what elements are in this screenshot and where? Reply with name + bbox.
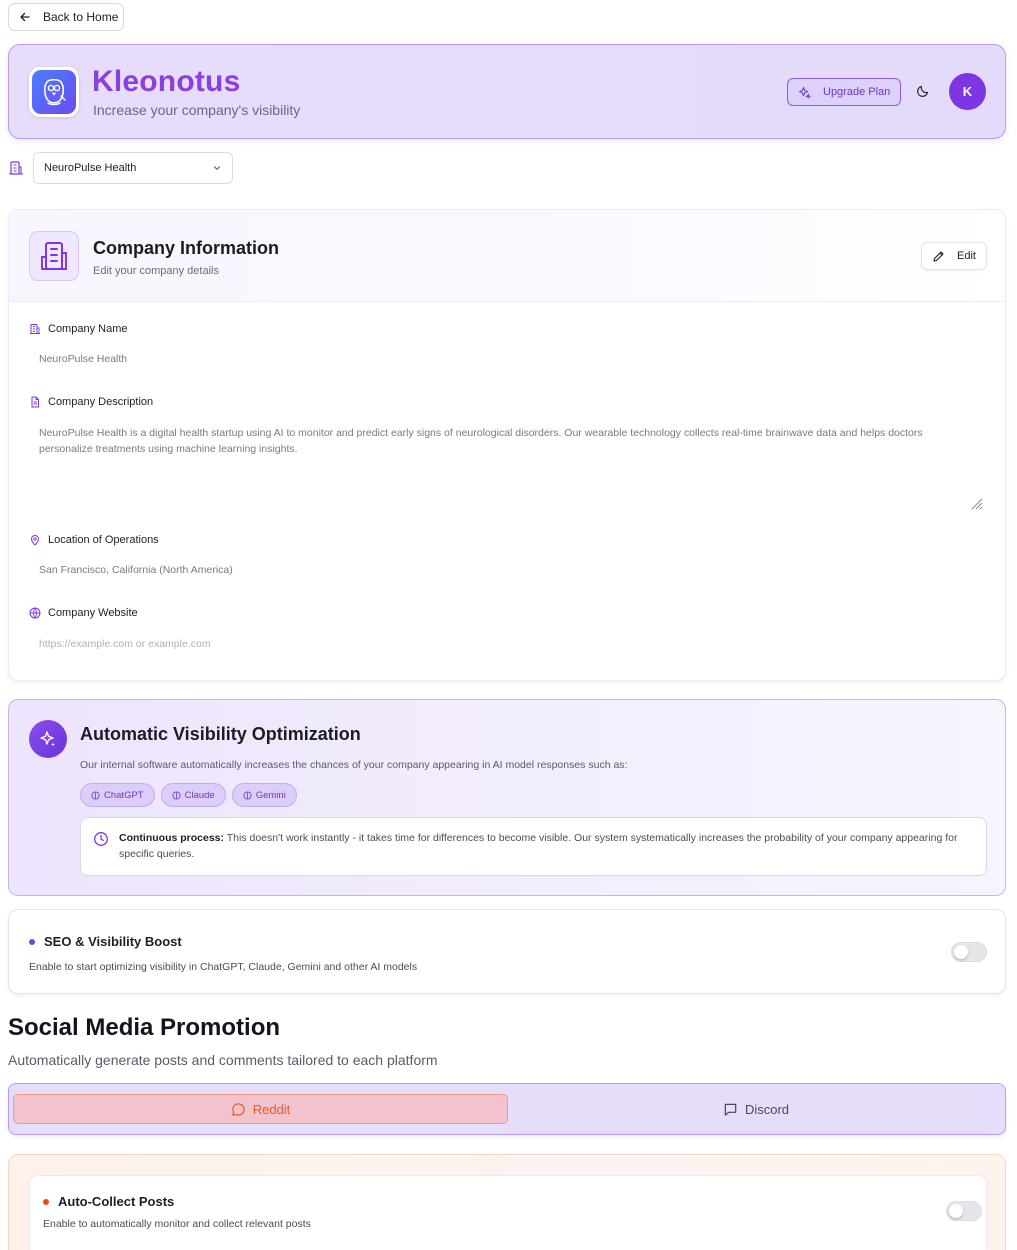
sparkle-icon bbox=[29, 720, 67, 758]
company-description-label: Company Description bbox=[29, 396, 153, 408]
social-tabs: Reddit Discord bbox=[8, 1083, 1006, 1135]
message-circle-icon bbox=[231, 1102, 245, 1116]
pencil-icon bbox=[932, 250, 945, 263]
tab-discord[interactable]: Discord bbox=[509, 1094, 1003, 1124]
company-description-textarea[interactable]: NeuroPulse Health is a digital health st… bbox=[39, 425, 959, 457]
brain-icon bbox=[91, 790, 100, 800]
back-label: Back to Home bbox=[43, 10, 119, 24]
visibility-title: Automatic Visibility Optimization bbox=[80, 724, 361, 744]
user-avatar[interactable]: K bbox=[949, 73, 986, 110]
process-note: Continuous process: This doesn't work in… bbox=[80, 817, 987, 876]
seo-boost-card: SEO & Visibility Boost Enable to start o… bbox=[8, 909, 1006, 994]
chip-claude: Claude bbox=[160, 783, 226, 807]
brain-icon bbox=[243, 790, 252, 800]
moon-icon bbox=[917, 85, 929, 97]
seo-toggle[interactable] bbox=[951, 942, 987, 962]
chip-chatgpt: ChatGPT bbox=[80, 783, 155, 807]
chevron-down-icon bbox=[212, 163, 222, 173]
map-pin-icon bbox=[30, 535, 40, 546]
process-text: Continuous process: This doesn't work in… bbox=[119, 832, 958, 860]
social-section-title: Social Media Promotion bbox=[8, 1014, 281, 1041]
company-select[interactable]: NeuroPulse Health bbox=[33, 152, 233, 184]
brand-name: Kleonotus bbox=[92, 65, 241, 98]
document-icon bbox=[31, 396, 39, 408]
resize-handle-icon[interactable] bbox=[969, 496, 983, 510]
company-building-icon bbox=[29, 231, 79, 281]
reddit-panel: Auto-Collect Posts Enable to automatical… bbox=[8, 1154, 1006, 1250]
visibility-optimization-card: Automatic Visibility Optimization Our in… bbox=[8, 699, 1006, 896]
message-square-icon bbox=[724, 1103, 737, 1116]
seo-subtitle: Enable to start optimizing visibility in… bbox=[29, 961, 418, 973]
status-dot bbox=[29, 938, 35, 945]
app-logo bbox=[29, 67, 79, 117]
brand-tagline: Increase your company's visibility bbox=[93, 102, 301, 118]
auto-collect-subtitle: Enable to automatically monitor and coll… bbox=[43, 1218, 311, 1230]
company-info-card: Company Information Edit your company de… bbox=[8, 209, 1006, 681]
globe-icon bbox=[29, 607, 41, 619]
sparkles-icon bbox=[798, 86, 811, 99]
website-label: Company Website bbox=[29, 607, 138, 619]
company-info-subtitle: Edit your company details bbox=[93, 265, 219, 277]
owl-icon bbox=[43, 78, 66, 106]
company-info-title: Company Information bbox=[93, 238, 280, 258]
tab-reddit[interactable]: Reddit bbox=[13, 1094, 508, 1124]
clock-icon bbox=[93, 831, 109, 847]
company-name-input[interactable]: NeuroPulse Health bbox=[39, 353, 127, 365]
social-section-subtitle: Automatically generate posts and comment… bbox=[8, 1052, 438, 1068]
location-input[interactable]: San Francisco, California (North America… bbox=[39, 564, 233, 576]
status-dot bbox=[43, 1198, 49, 1205]
auto-collect-title: Auto-Collect Posts bbox=[43, 1194, 174, 1209]
visibility-description: Our internal software automatically incr… bbox=[80, 759, 628, 771]
location-label: Location of Operations bbox=[29, 534, 159, 546]
building-icon bbox=[8, 160, 24, 176]
back-to-home-button[interactable]: Back to Home bbox=[8, 3, 124, 31]
company-select-value: NeuroPulse Health bbox=[44, 162, 137, 174]
ai-model-chips: ChatGPT Claude Gemini bbox=[80, 783, 297, 807]
chip-gemini: Gemini bbox=[231, 783, 297, 807]
auto-collect-card: Auto-Collect Posts Enable to automatical… bbox=[29, 1175, 987, 1250]
company-name-label: Company Name bbox=[29, 323, 127, 335]
theme-toggle-button[interactable] bbox=[916, 84, 930, 98]
edit-label: Edit bbox=[957, 250, 976, 262]
seo-title: SEO & Visibility Boost bbox=[29, 934, 182, 949]
brain-icon bbox=[172, 790, 181, 800]
app-header: Kleonotus Increase your company's visibi… bbox=[8, 44, 1006, 139]
upgrade-plan-button[interactable]: Upgrade Plan bbox=[787, 78, 901, 106]
upgrade-label: Upgrade Plan bbox=[823, 86, 891, 98]
building-small-icon bbox=[30, 324, 40, 334]
auto-collect-toggle[interactable] bbox=[946, 1201, 982, 1221]
website-input[interactable]: https://example.com or example.com bbox=[39, 638, 211, 650]
company-info-header: Company Information Edit your company de… bbox=[9, 210, 1005, 302]
arrow-left-icon bbox=[19, 11, 31, 23]
edit-company-button[interactable]: Edit bbox=[921, 242, 987, 270]
